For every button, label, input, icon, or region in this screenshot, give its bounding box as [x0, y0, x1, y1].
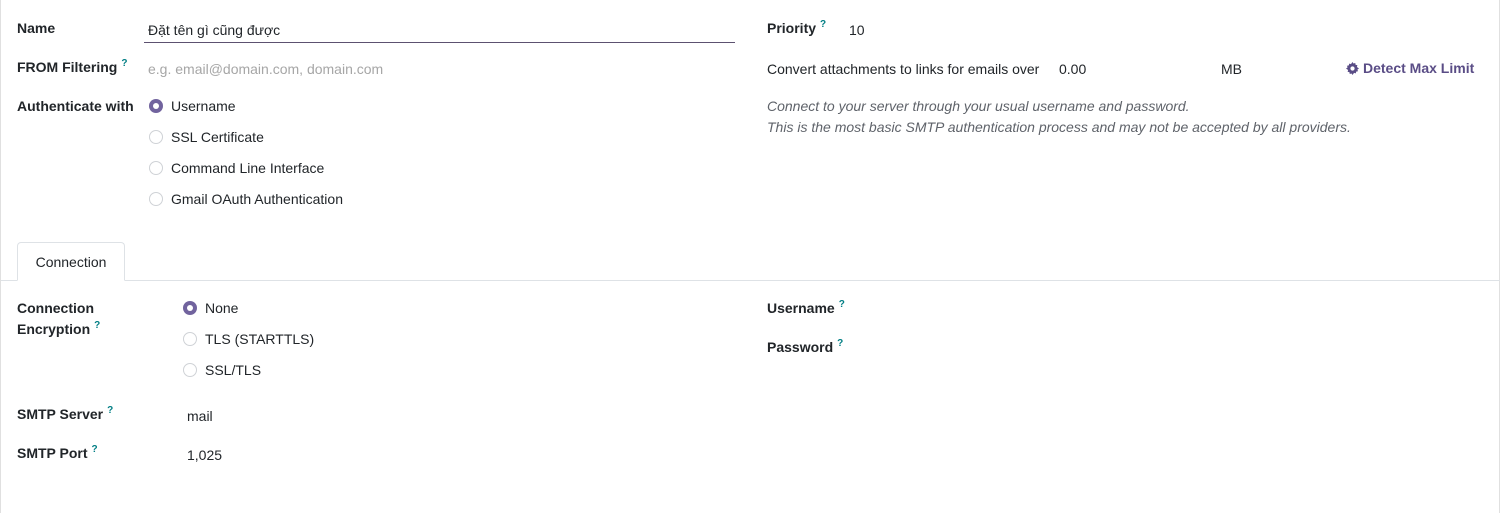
attachments-size-input[interactable]: 0.00 — [1059, 61, 1086, 77]
auth-option-ssl-certificate[interactable]: SSL Certificate — [149, 129, 264, 145]
attachments-unit: MB — [1221, 61, 1242, 77]
help-icon[interactable]: ? — [92, 444, 98, 455]
from-filtering-label-text: FROM Filtering — [17, 59, 118, 75]
smtp-server-form: Name FROM Filtering? Authenticate with U… — [0, 0, 1500, 513]
auth-option-cli[interactable]: Command Line Interface — [149, 160, 324, 176]
priority-value[interactable]: 10 — [849, 22, 865, 38]
auth-option-username[interactable]: Username — [149, 98, 236, 114]
help-icon[interactable]: ? — [121, 58, 127, 69]
smtp-server-label: SMTP Server? — [17, 405, 113, 422]
username-label-text: Username — [767, 300, 835, 316]
smtp-port-label-text: SMTP Port — [17, 445, 88, 461]
smtp-server-input[interactable]: mail — [187, 408, 213, 424]
auth-help-line-1: Connect to your server through your usua… — [767, 98, 1190, 114]
auth-option-label: Gmail OAuth Authentication — [171, 191, 343, 207]
encryption-option-label: None — [205, 300, 239, 316]
smtp-port-input[interactable]: 1,025 — [187, 447, 222, 463]
name-label: Name — [17, 20, 56, 36]
detect-max-limit-button[interactable]: Detect Max Limit — [1346, 60, 1474, 76]
gear-icon — [1346, 61, 1359, 75]
connection-encryption-label-text: Encryption — [17, 321, 91, 337]
username-label: Username? — [767, 299, 845, 316]
attachments-label: Convert attachments to links for emails … — [767, 61, 1040, 77]
smtp-port-label: SMTP Port? — [17, 444, 98, 461]
from-filtering-input[interactable] — [144, 58, 735, 80]
help-icon[interactable]: ? — [820, 19, 826, 30]
help-icon[interactable]: ? — [107, 405, 113, 416]
connection-encryption-label-line-2: Encryption? — [17, 320, 100, 337]
authenticate-with-label: Authenticate with — [17, 98, 134, 114]
auth-option-label: Username — [171, 98, 236, 114]
tab-divider — [1, 280, 1500, 281]
help-icon[interactable]: ? — [839, 299, 845, 310]
from-filtering-label: FROM Filtering? — [17, 58, 127, 75]
encryption-option-starttls[interactable]: TLS (STARTTLS) — [183, 331, 314, 347]
auth-option-label: Command Line Interface — [171, 160, 325, 176]
name-input[interactable] — [144, 18, 735, 43]
radio-unchecked-icon[interactable] — [149, 192, 163, 206]
smtp-server-label-text: SMTP Server — [17, 406, 104, 422]
radio-unchecked-icon[interactable] — [183, 363, 197, 377]
encryption-option-none[interactable]: None — [183, 300, 238, 316]
encryption-option-label: SSL/TLS — [205, 362, 262, 378]
radio-unchecked-icon[interactable] — [149, 161, 163, 175]
auth-help-line-2: This is the most basic SMTP authenticati… — [767, 119, 1351, 135]
radio-checked-icon[interactable] — [183, 301, 197, 315]
detect-max-limit-label: Detect Max Limit — [1363, 60, 1475, 76]
priority-label-text: Priority — [767, 20, 817, 36]
help-icon[interactable]: ? — [837, 338, 843, 349]
priority-label: Priority? — [767, 19, 826, 36]
auth-option-gmail-oauth[interactable]: Gmail OAuth Authentication — [149, 191, 343, 207]
connection-encryption-label-line-1: Connection — [17, 300, 94, 316]
radio-checked-icon[interactable] — [149, 99, 163, 113]
tab-connection[interactable]: Connection — [17, 242, 125, 281]
help-icon[interactable]: ? — [94, 320, 100, 331]
radio-unchecked-icon[interactable] — [149, 130, 163, 144]
password-label: Password? — [767, 338, 843, 355]
password-label-text: Password — [767, 339, 834, 355]
encryption-option-ssl-tls[interactable]: SSL/TLS — [183, 362, 261, 378]
radio-unchecked-icon[interactable] — [183, 332, 197, 346]
auth-option-label: SSL Certificate — [171, 129, 264, 145]
encryption-option-label: TLS (STARTTLS) — [205, 331, 315, 347]
